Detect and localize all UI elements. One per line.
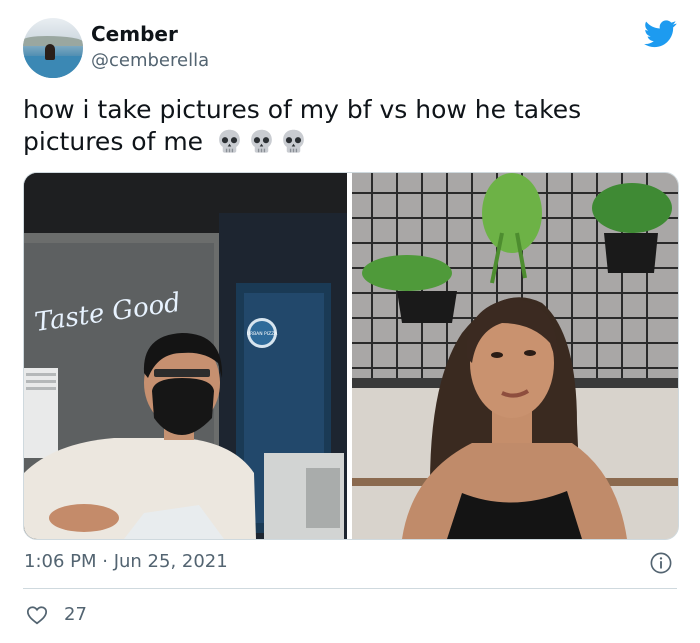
display-name[interactable]: Cember: [91, 22, 178, 46]
info-icon[interactable]: [650, 552, 672, 574]
photo-boyfriend[interactable]: Taste Good URBAN PIZZA: [24, 173, 347, 539]
skull-emoji-icon: [219, 129, 240, 153]
tweet-card: Cember @cemberella how i take pictures o…: [0, 0, 700, 643]
user-handle[interactable]: @cemberella: [91, 50, 209, 71]
tweet-text-line2: pictures of me: [23, 127, 204, 156]
divider: [23, 588, 677, 589]
profile-avatar[interactable]: [23, 18, 83, 78]
skull-emoji-icon: [251, 129, 272, 153]
tweet-media: Taste Good URBAN PIZZA: [23, 172, 679, 540]
tweet-text: how i take pictures of my bf vs how he t…: [23, 94, 673, 158]
skull-emoji-icon: [283, 129, 304, 153]
photo-girlfriend[interactable]: [352, 173, 678, 539]
twitter-bird-icon[interactable]: [644, 20, 677, 48]
like-count[interactable]: 27: [64, 604, 87, 625]
tweet-text-line1: how i take pictures of my bf vs how he t…: [23, 95, 582, 124]
pizza-badge: URBAN PIZZA: [247, 331, 279, 337]
heart-icon[interactable]: [26, 604, 48, 626]
tweet-timestamp[interactable]: 1:06 PM · Jun 25, 2021: [24, 551, 228, 572]
